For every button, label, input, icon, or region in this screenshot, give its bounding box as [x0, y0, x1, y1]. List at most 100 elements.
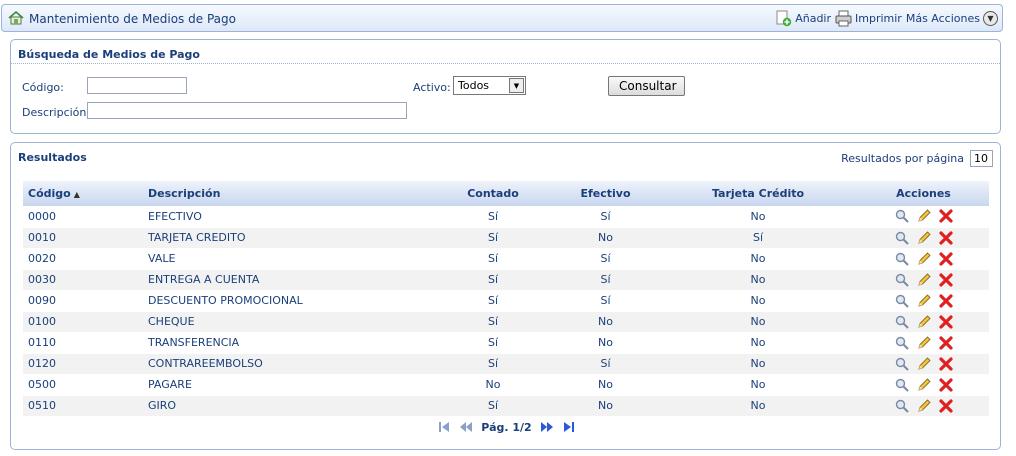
magnifier-icon[interactable] [894, 335, 910, 351]
red-x-icon[interactable] [938, 335, 954, 351]
red-x-icon[interactable] [938, 251, 954, 267]
previous-page-icon[interactable] [459, 420, 473, 434]
column-header-efectivo[interactable]: Efectivo [553, 181, 658, 206]
magnifier-icon[interactable] [894, 208, 910, 224]
column-header-tarjeta-credito[interactable]: Tarjeta Crédito [658, 181, 858, 206]
table-row[interactable]: 0510 GIRO Sí No No [23, 395, 989, 416]
descripcion-input[interactable] [87, 102, 407, 119]
cell-codigo[interactable]: 0090 [23, 290, 143, 311]
per-page-label: Resultados por página [841, 152, 964, 165]
activo-label: Activo: [413, 81, 451, 94]
red-x-icon[interactable] [938, 230, 954, 246]
red-x-icon[interactable] [938, 356, 954, 372]
table-row[interactable]: 0500 PAGARE No No No [23, 374, 989, 395]
row-actions [858, 333, 989, 353]
activo-select[interactable]: Todos ▼ [453, 76, 526, 95]
magnifier-icon[interactable] [894, 293, 910, 309]
last-page-icon[interactable] [562, 420, 576, 434]
red-x-icon[interactable] [938, 293, 954, 309]
pencil-icon[interactable] [916, 314, 932, 330]
cell-descripcion[interactable]: TARJETA CREDITO [143, 227, 433, 248]
cell-codigo[interactable]: 0100 [23, 311, 143, 332]
cell-codigo[interactable]: 0000 [23, 206, 143, 227]
cell-descripcion[interactable]: CHEQUE [143, 311, 433, 332]
magnifier-icon[interactable] [894, 314, 910, 330]
printer-icon [835, 10, 852, 27]
cell-efectivo: No [598, 399, 613, 412]
cell-efectivo: Sí [600, 273, 611, 286]
cell-descripcion[interactable]: DESCUENTO PROMOCIONAL [143, 290, 433, 311]
row-actions [858, 228, 989, 248]
cell-codigo[interactable]: 0020 [23, 248, 143, 269]
row-actions [858, 354, 989, 374]
table-row[interactable]: 0090 DESCUENTO PROMOCIONAL Sí Sí No [23, 290, 989, 311]
row-actions [858, 206, 989, 226]
red-x-icon[interactable] [938, 398, 954, 414]
codigo-input[interactable] [87, 77, 187, 94]
cell-descripcion[interactable]: CONTRAREEMBOLSO [143, 353, 433, 374]
pencil-icon[interactable] [916, 230, 932, 246]
pencil-icon[interactable] [916, 293, 932, 309]
magnifier-icon[interactable] [894, 230, 910, 246]
table-row[interactable]: 0120 CONTRAREEMBOLSO Sí Sí No [23, 353, 989, 374]
magnifier-icon[interactable] [894, 251, 910, 267]
cell-codigo[interactable]: 0110 [23, 332, 143, 353]
cell-descripcion[interactable]: GIRO [143, 395, 433, 416]
red-x-icon[interactable] [938, 272, 954, 288]
pagination: Pág. 1/2 [11, 420, 1002, 434]
pencil-icon[interactable] [916, 335, 932, 351]
pencil-icon[interactable] [916, 272, 932, 288]
red-x-icon[interactable] [938, 314, 954, 330]
magnifier-icon[interactable] [894, 272, 910, 288]
cell-descripcion[interactable]: ENTREGA A CUENTA [143, 269, 433, 290]
cell-descripcion[interactable]: PAGARE [143, 374, 433, 395]
magnifier-icon[interactable] [894, 356, 910, 372]
table-row[interactable]: 0020 VALE Sí Sí No [23, 248, 989, 269]
column-header-codigo[interactable]: Código ▲ [23, 181, 143, 206]
magnifier-icon[interactable] [894, 398, 910, 414]
column-header-contado[interactable]: Contado [433, 181, 553, 206]
cell-tarjeta-credito: No [750, 209, 766, 223]
title-bar: Mantenimiento de Medios de Pago Añadir I… [1, 4, 1003, 32]
pencil-icon[interactable] [916, 377, 932, 393]
results-panel: Resultados Resultados por página 10 Códi… [10, 142, 1001, 450]
table-row[interactable]: 0110 TRANSFERENCIA Sí No No [23, 332, 989, 353]
cell-acciones [858, 374, 989, 395]
table-row[interactable]: 0000 EFECTIVO Sí Sí No [23, 206, 989, 227]
red-x-icon[interactable] [938, 208, 954, 224]
pencil-icon[interactable] [916, 398, 932, 414]
cell-efectivo: No [598, 336, 613, 349]
title-actions: Añadir Imprimir Más Acciones ▼ [775, 10, 998, 27]
cell-codigo[interactable]: 0120 [23, 353, 143, 374]
table-row[interactable]: 0030 ENTREGA A CUENTA Sí Sí No [23, 269, 989, 290]
pencil-icon[interactable] [916, 356, 932, 372]
more-actions-button[interactable]: Más Acciones ▼ [906, 11, 998, 26]
magnifier-icon[interactable] [894, 377, 910, 393]
consultar-button[interactable]: Consultar [608, 76, 685, 96]
cell-acciones [858, 269, 989, 290]
first-page-icon[interactable] [437, 420, 451, 434]
next-page-icon[interactable] [540, 420, 554, 434]
cell-descripcion[interactable]: EFECTIVO [143, 206, 433, 227]
cell-acciones [858, 227, 989, 248]
cell-codigo[interactable]: 0500 [23, 374, 143, 395]
red-x-icon[interactable] [938, 377, 954, 393]
pencil-icon[interactable] [916, 251, 932, 267]
cell-codigo[interactable]: 0030 [23, 269, 143, 290]
results-table: Código ▲ Descripción Contado Efectivo Tar… [23, 181, 989, 417]
cell-codigo[interactable]: 0010 [23, 227, 143, 248]
cell-descripcion[interactable]: VALE [143, 248, 433, 269]
table-row[interactable]: 0100 CHEQUE Sí No No [23, 311, 989, 332]
per-page-input[interactable]: 10 [970, 150, 993, 167]
cell-efectivo: Sí [600, 209, 611, 223]
cell-codigo[interactable]: 0510 [23, 395, 143, 416]
print-button[interactable]: Imprimir [835, 10, 902, 27]
cell-acciones [858, 332, 989, 353]
cell-contado: No [485, 378, 501, 391]
sort-ascending-icon: ▲ [73, 190, 80, 199]
cell-descripcion[interactable]: TRANSFERENCIA [143, 332, 433, 353]
column-header-descripcion[interactable]: Descripción [143, 181, 433, 206]
table-row[interactable]: 0010 TARJETA CREDITO Sí No Sí [23, 227, 989, 248]
pencil-icon[interactable] [916, 208, 932, 224]
add-button[interactable]: Añadir [775, 10, 831, 27]
